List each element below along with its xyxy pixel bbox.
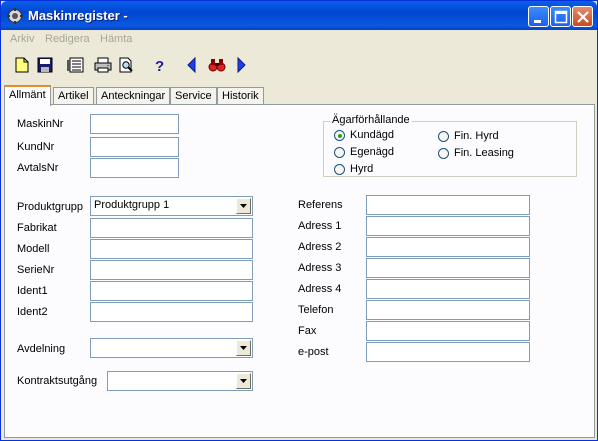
produktgrupp-dropdown-button[interactable]: [236, 198, 251, 214]
ident2-label: Ident2: [17, 306, 48, 318]
minimize-icon: [534, 20, 541, 23]
avtalsnr-input[interactable]: [90, 158, 179, 178]
maskinnr-label: MaskinNr: [17, 118, 64, 130]
title-bar[interactable]: Maskinregister -: [1, 1, 597, 30]
save-button[interactable]: [34, 54, 56, 76]
tab-historik[interactable]: Historik: [217, 87, 264, 105]
avtalsnr-label: AvtalsNr: [17, 162, 59, 174]
close-button[interactable]: [572, 6, 593, 27]
list-icon: [67, 57, 84, 73]
radio-label: Fin. Leasing: [454, 147, 514, 159]
gear-icon: [7, 8, 23, 24]
help-icon: ?: [155, 58, 164, 73]
general-tab-panel: MaskinNr KundNr AvtalsNr Produktgrupp Fa…: [4, 104, 595, 438]
tab-anteckningar[interactable]: Anteckningar: [96, 87, 171, 105]
kontraktsutgang-dropdown-button[interactable]: [236, 373, 251, 389]
maximize-icon: [554, 10, 568, 24]
radio-label: Fin. Hyrd: [454, 130, 499, 142]
previous-icon: [187, 57, 196, 73]
radio-dot[interactable]: [438, 131, 449, 142]
kundnr-label: KundNr: [17, 141, 55, 153]
kontraktsutgang-label: Kontraktsutgång: [17, 375, 98, 387]
avdelning-select[interactable]: [90, 338, 253, 358]
ident1-label: Ident1: [17, 285, 48, 297]
chevron-down-icon: [240, 204, 247, 208]
serienr-input[interactable]: [90, 260, 253, 280]
menu-hamta[interactable]: Hämta: [100, 33, 132, 45]
adress3-label: Adress 3: [298, 262, 342, 274]
menu-arkiv[interactable]: Arkiv: [10, 33, 34, 45]
minimize-button[interactable]: [528, 6, 549, 27]
telefon-label: Telefon: [298, 304, 334, 316]
fax-label: Fax: [298, 325, 317, 337]
adress2-label: Adress 2: [298, 241, 342, 253]
ident2-input[interactable]: [90, 302, 253, 322]
main-window: Maskinregister - Arkiv Redigera Hämta ? …: [0, 0, 598, 441]
radio-dot[interactable]: [438, 148, 449, 159]
ownership-group-title: Ägarförhållande: [330, 114, 412, 126]
radio-label: Kundägd: [350, 129, 395, 141]
produktgrupp-value: Produktgrupp 1: [94, 199, 170, 211]
adress1-input[interactable]: [366, 216, 530, 236]
chevron-down-icon: [240, 379, 247, 383]
help-button[interactable]: ?: [148, 54, 170, 76]
adress1-label: Adress 1: [298, 220, 342, 232]
kundnr-input[interactable]: [90, 137, 179, 157]
adress4-input[interactable]: [366, 279, 530, 299]
print-icon: [94, 57, 112, 73]
maximize-button[interactable]: [550, 6, 571, 27]
avdelning-label: Avdelning: [17, 343, 66, 355]
modell-label: Modell: [17, 243, 50, 255]
chevron-down-icon: [240, 346, 247, 350]
referens-label: Referens: [298, 199, 343, 211]
print-preview-icon: [119, 57, 133, 73]
fax-input[interactable]: [366, 321, 530, 341]
avdelning-dropdown-button[interactable]: [236, 340, 251, 356]
tab-service[interactable]: Service: [170, 87, 217, 105]
kontraktsutgang-select[interactable]: [107, 371, 253, 391]
modell-input[interactable]: [90, 239, 253, 259]
radio-label: Egenägd: [350, 146, 395, 158]
adress3-input[interactable]: [366, 258, 530, 278]
find-icon: [208, 59, 226, 72]
new-button[interactable]: [11, 54, 33, 76]
fabrikat-input[interactable]: [90, 218, 253, 238]
adress2-input[interactable]: [366, 237, 530, 257]
window-title: Maskinregister -: [28, 8, 128, 23]
maskinnr-input[interactable]: [90, 114, 179, 134]
epost-label: e-post: [298, 346, 329, 358]
tab-allmant[interactable]: Allmänt: [4, 85, 51, 106]
svg-text:?: ?: [155, 58, 164, 73]
print-button[interactable]: [91, 54, 113, 76]
ownership-group: Ägarförhållande Kundägd Egenägd Hyrd Fin…: [323, 114, 577, 177]
fabrikat-label: Fabrikat: [17, 222, 57, 234]
serienr-label: SerieNr: [17, 264, 55, 276]
save-icon: [37, 57, 53, 73]
referens-input[interactable]: [366, 195, 530, 215]
menu-bar: Arkiv Redigera Hämta: [1, 30, 597, 49]
radio-dot[interactable]: [334, 164, 345, 175]
radio-label: Hyrd: [350, 163, 374, 175]
toolbar: ?: [1, 51, 597, 81]
adress4-label: Adress 4: [298, 283, 342, 295]
close-icon: [577, 11, 589, 23]
print-preview-button[interactable]: [115, 54, 137, 76]
find-button[interactable]: [205, 54, 227, 76]
list-button[interactable]: [64, 54, 86, 76]
radio-dot[interactable]: [334, 147, 345, 158]
produktgrupp-label: Produktgrupp: [17, 201, 84, 213]
produktgrupp-select[interactable]: Produktgrupp 1: [90, 196, 253, 216]
radio-dot[interactable]: [334, 130, 345, 141]
telefon-input[interactable]: [366, 300, 530, 320]
previous-button[interactable]: [181, 54, 203, 76]
tab-artikel[interactable]: Artikel: [53, 87, 94, 105]
new-document-icon: [15, 57, 29, 73]
epost-input[interactable]: [366, 342, 530, 362]
next-icon: [237, 57, 246, 73]
ident1-input[interactable]: [90, 281, 253, 301]
menu-redigera[interactable]: Redigera: [45, 33, 90, 45]
next-button[interactable]: [230, 54, 252, 76]
